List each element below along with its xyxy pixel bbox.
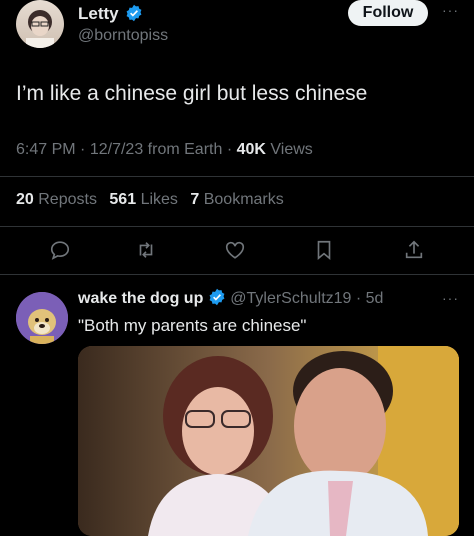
- avatar-image: [26, 10, 54, 48]
- divider: [0, 226, 474, 227]
- reply-author-name[interactable]: wake the dog up: [78, 290, 203, 307]
- tweet-time[interactable]: 6:47 PM: [16, 141, 76, 158]
- reposts-label: Reposts: [38, 191, 97, 208]
- divider: [0, 274, 474, 275]
- likes-label: Likes: [140, 191, 178, 208]
- reply-photo[interactable]: [78, 346, 459, 536]
- author-avatar[interactable]: [16, 0, 64, 48]
- tweet-meta: 6:47 PM · 12/7/23 from Earth · 40K Views: [16, 141, 313, 159]
- author-name[interactable]: Letty: [78, 4, 119, 23]
- tweet-source: from Earth: [147, 141, 223, 158]
- like-button[interactable]: [219, 234, 251, 266]
- reply-icon: [50, 241, 70, 260]
- avatar-image: [16, 292, 68, 344]
- repost-button[interactable]: [130, 234, 162, 266]
- share-button[interactable]: [398, 234, 430, 266]
- bookmarks-stat[interactable]: 7 Bookmarks: [190, 191, 283, 208]
- likes-stat[interactable]: 561 Likes: [109, 191, 178, 208]
- reposts-count: 20: [16, 191, 34, 208]
- reply-author-avatar[interactable]: [16, 292, 68, 344]
- views-count: 40K: [236, 141, 266, 158]
- reply-button[interactable]: [44, 234, 76, 266]
- views-label: Views: [270, 141, 313, 158]
- bookmark-button[interactable]: [308, 234, 340, 266]
- photo-image: [78, 346, 459, 536]
- like-icon: [225, 241, 245, 259]
- reply-text: "Both my parents are chinese": [78, 316, 307, 335]
- bookmark-icon: [317, 240, 331, 261]
- likes-count: 561: [109, 191, 137, 208]
- reply-author-handle[interactable]: @TylerSchultz19: [230, 290, 351, 307]
- tweet-stats: 20 Reposts 561 Likes 7 Bookmarks: [16, 191, 284, 209]
- verified-badge-icon: [126, 4, 142, 22]
- divider: [0, 176, 474, 177]
- meta-separator: ·: [80, 141, 90, 158]
- reposts-stat[interactable]: 20 Reposts: [16, 191, 97, 208]
- more-options-icon[interactable]: ···: [442, 2, 459, 18]
- follow-button[interactable]: Follow: [348, 0, 428, 26]
- bookmarks-label: Bookmarks: [203, 191, 284, 208]
- tweet-text: I’m like a chinese girl but less chinese: [16, 82, 368, 105]
- tweet-date[interactable]: 12/7/23: [90, 141, 143, 158]
- bookmarks-count: 7: [190, 191, 200, 208]
- repost-icon: [139, 242, 153, 258]
- meta-separator: ·: [351, 290, 366, 307]
- reply-header: wake the dog up @TylerSchultz19 · 5d: [78, 289, 384, 308]
- reply-age[interactable]: 5d: [366, 290, 384, 307]
- verified-badge-icon: [209, 289, 225, 306]
- meta-separator: ·: [226, 141, 237, 158]
- reply-more-options-icon[interactable]: ···: [442, 290, 459, 306]
- author-name-row[interactable]: Letty: [78, 4, 143, 24]
- author-handle[interactable]: @borntopiss: [78, 27, 168, 45]
- share-icon: [405, 240, 423, 259]
